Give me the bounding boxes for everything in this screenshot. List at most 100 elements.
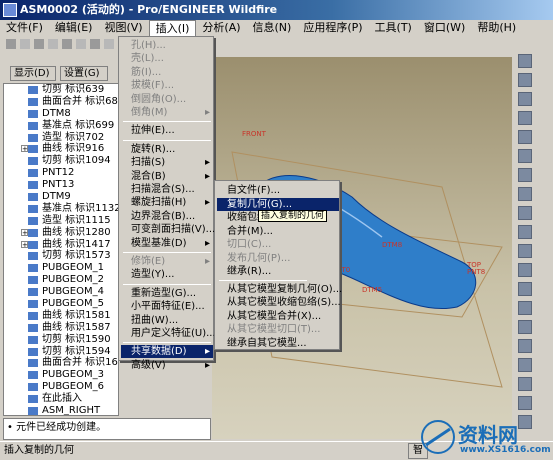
shared-data-menu-item[interactable]: 从其它模型收缩包络(S)... (217, 296, 341, 309)
tree-item[interactable]: 在此插入 (4, 393, 118, 405)
menu-7[interactable]: 工具(T) (369, 20, 418, 36)
tree-item[interactable]: 切剪 标识639 (4, 84, 118, 96)
round-icon[interactable] (518, 263, 532, 277)
settings-dropdown[interactable]: 设置(G) ▾ (60, 66, 108, 92)
insert-menu-item[interactable]: 倒圆角(O)... (121, 93, 213, 106)
insert-menu-item[interactable]: 拔模(F)... (121, 79, 213, 92)
insert-menu-item[interactable]: 孔(H)... (121, 39, 213, 52)
blend-icon[interactable] (518, 225, 532, 239)
chamfer-icon[interactable] (518, 282, 532, 296)
copy-icon[interactable] (74, 37, 88, 51)
datum-curve-icon[interactable] (518, 92, 532, 106)
tree-item[interactable]: 曲线 标识1581 (4, 310, 118, 322)
expand-icon[interactable]: + (21, 145, 28, 153)
save-icon[interactable] (32, 37, 46, 51)
tree-item[interactable]: PUBGEOM_1 (4, 262, 118, 274)
insert-menu-item[interactable]: 用户定义特征(U)... (121, 327, 216, 340)
csys-icon[interactable] (518, 130, 532, 144)
datum-point-icon[interactable] (518, 111, 532, 125)
tree-item[interactable]: PUBGEOM_2 (4, 274, 118, 286)
insert-menu-item[interactable]: 修饰(E) ▸ (121, 255, 213, 268)
new-icon[interactable] (4, 37, 18, 51)
menu-4[interactable]: 分析(A) (196, 20, 246, 36)
display-dropdown[interactable]: 显示(D) ▾ (10, 66, 56, 92)
tree-item[interactable]: 切剪 标识1590 (4, 334, 118, 346)
menu-2[interactable]: 视图(V) (98, 20, 148, 36)
revolve-icon[interactable] (518, 187, 532, 201)
insert-menu-item[interactable]: 模型基准(D) ▸ (121, 237, 213, 250)
insert-menu-item[interactable]: 小平面特征(E)... (121, 300, 213, 313)
sweep-icon[interactable] (518, 206, 532, 220)
tree-item[interactable]: + 曲线 标识1417 (4, 239, 118, 251)
shared-data-menu-item[interactable]: 继承自其它模型... (217, 337, 339, 350)
tree-item[interactable]: 造型 标识702 (4, 132, 118, 144)
menu-9[interactable]: 帮助(H) (471, 20, 522, 36)
sketch-icon[interactable] (518, 149, 532, 163)
tree-item[interactable]: PNT13 (4, 179, 118, 191)
hole-icon[interactable] (518, 244, 532, 258)
insert-menu-item[interactable]: 造型(Y)... (121, 268, 213, 281)
tree-item[interactable]: DTM8 (4, 108, 118, 120)
tree-item[interactable]: + 曲线 标识1280 (4, 227, 118, 239)
extrude-icon[interactable] (518, 168, 532, 182)
tree-item[interactable]: 基准点 标识1132 (4, 203, 118, 215)
shared-data-menu-item[interactable]: 从其它模型切口(T)... (217, 323, 339, 336)
datum-axis-icon[interactable] (518, 73, 532, 87)
open-icon[interactable] (18, 37, 32, 51)
print-icon[interactable] (46, 37, 60, 51)
menu-1[interactable]: 编辑(E) (49, 20, 99, 36)
merge-icon[interactable] (518, 396, 532, 410)
tree-item[interactable]: 切剪 标识1594 (4, 346, 118, 358)
tree-item[interactable]: 基准点 标识699 (4, 120, 118, 132)
menu-3[interactable]: 插入(I) (148, 20, 197, 36)
insert-menu-item[interactable]: 螺旋扫描(H) ▸ (121, 196, 213, 209)
tree-item[interactable]: 造型 标识1115 (4, 215, 118, 227)
shell-icon[interactable] (518, 320, 532, 334)
expand-icon[interactable]: + (21, 240, 28, 248)
tree-item[interactable]: ASM_RIGHT (4, 405, 118, 415)
tree-item[interactable]: 曲线 标识1587 (4, 322, 118, 334)
undo-icon[interactable] (102, 37, 116, 51)
insert-menu-item[interactable]: 壳(L)... (121, 52, 213, 65)
insert-menu-item[interactable]: 边界混合(B)... (121, 210, 213, 223)
insert-menu-item[interactable]: 扫描(S) ▸ (121, 156, 213, 169)
shared-data-menu-item[interactable]: 从其它模型合并(X)... (217, 310, 339, 323)
tree-item[interactable]: PUBGEOM_6 (4, 381, 118, 393)
shared-data-menu-item[interactable]: 从其它模型复制几何(O)... (217, 283, 342, 296)
tree-item[interactable]: PUBGEOM_4 (4, 286, 118, 298)
draft-icon[interactable] (518, 301, 532, 315)
insert-menu-item[interactable]: 扭曲(W)... (121, 314, 213, 327)
tree-item[interactable]: PNT12 (4, 167, 118, 179)
tree-item[interactable]: 曲面合并 标识681 (4, 96, 118, 108)
insert-menu-item[interactable]: 重新造型(G)... (121, 287, 213, 300)
rib-icon[interactable] (518, 339, 532, 353)
paste-icon[interactable] (88, 37, 102, 51)
pattern-icon[interactable] (518, 358, 532, 372)
insert-menu-item[interactable]: 筋(I)... (121, 66, 213, 79)
menu-8[interactable]: 窗口(W) (418, 20, 471, 36)
shared-data-menu-item[interactable]: 自文件(F)... (217, 184, 339, 197)
insert-menu-item[interactable]: 扫描混合(S)... (121, 183, 213, 196)
menu-0[interactable]: 文件(F) (0, 20, 49, 36)
shared-data-menu-item[interactable]: 复制几何(G)... (217, 197, 339, 211)
tree-item[interactable]: PUBGEOM_5 (4, 298, 118, 310)
insert-menu-item[interactable]: 拉伸(E)... (121, 124, 213, 137)
expand-icon[interactable]: + (21, 228, 28, 236)
tree-item[interactable]: DTM9 (4, 191, 118, 203)
shared-data-menu-item[interactable]: 切口(C)... (217, 238, 339, 251)
tree-item[interactable]: 曲面合并 标识1646 (4, 357, 118, 369)
insert-menu-item[interactable]: 旋转(R)... (121, 143, 213, 156)
menu-5[interactable]: 信息(N) (247, 20, 298, 36)
tree-item[interactable]: 切剪 标识1573 (4, 250, 118, 262)
cut-icon[interactable] (60, 37, 74, 51)
insert-menu-item[interactable]: 倒角(M) ▸ (121, 106, 213, 119)
insert-menu-item[interactable]: 高级(V) ▸ (121, 359, 213, 372)
tree-item[interactable]: PUBGEOM_3 (4, 369, 118, 381)
datum-plane-icon[interactable] (518, 54, 532, 68)
insert-menu-item[interactable]: 可变剖面扫描(V)... (121, 223, 215, 236)
tree-item[interactable]: + 曲线 标识916 (4, 143, 118, 155)
shared-data-menu-item[interactable]: 发布几何(P)... (217, 252, 339, 265)
shared-data-menu-item[interactable]: 继承(R)... (217, 265, 339, 278)
shared-data-menu-item[interactable]: 合并(M)... (217, 225, 339, 238)
mirror-icon[interactable] (518, 377, 532, 391)
